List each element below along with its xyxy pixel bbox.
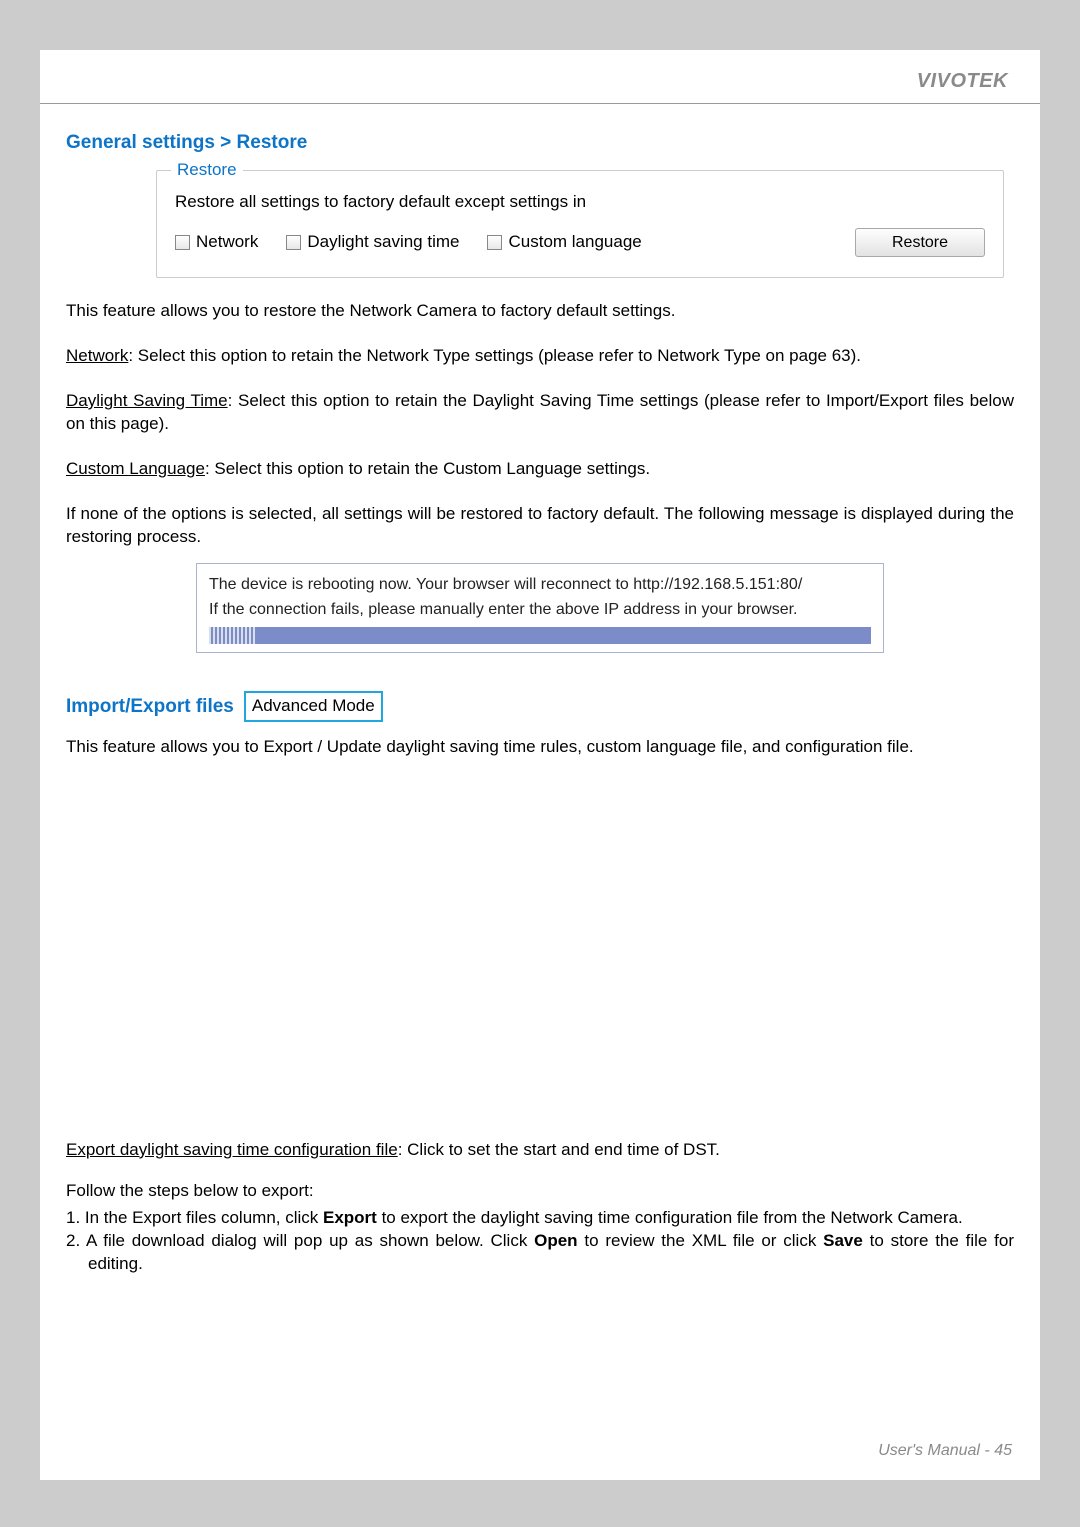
checkbox-custom-language[interactable]: Custom language [487, 231, 641, 254]
step-bold: Export [323, 1208, 377, 1227]
checkbox-label: Custom language [508, 231, 641, 254]
reboot-line-2: If the connection fails, please manually… [209, 599, 871, 621]
fieldset-legend: Restore [171, 159, 243, 182]
body-text: : Select this option to retain the Custo… [205, 459, 650, 478]
step-text: to export the daylight saving time confi… [377, 1208, 963, 1227]
advanced-mode-badge: Advanced Mode [244, 691, 383, 722]
paragraph-export-dst: Export daylight saving time configuratio… [66, 1139, 1014, 1162]
checkbox-dst[interactable]: Daylight saving time [286, 231, 459, 254]
step-bold: Save [823, 1231, 863, 1250]
checkbox-icon [286, 235, 301, 250]
list-item: 2. A file download dialog will pop up as… [66, 1230, 1014, 1276]
checkbox-network[interactable]: Network [175, 231, 258, 254]
step-bold: Open [534, 1231, 577, 1250]
restore-fieldset: Restore Restore all settings to factory … [156, 170, 1004, 279]
paragraph-ie-intro: This feature allows you to Export / Upda… [66, 736, 1014, 759]
body-text: : Click to set the start and end time of… [398, 1140, 720, 1159]
export-steps-list: 1. In the Export files column, click Exp… [66, 1207, 1014, 1276]
section2-label: Import/Export files [66, 694, 234, 720]
body-text: : Select this option to retain the Netwo… [128, 346, 861, 365]
restore-button[interactable]: Restore [855, 228, 985, 258]
progress-bar [209, 627, 871, 644]
label-underline: Daylight Saving Time [66, 391, 228, 410]
paragraph-network: Network: Select this option to retain th… [66, 345, 1014, 368]
page-header: VIVOTEK [40, 50, 1040, 104]
label-underline: Network [66, 346, 128, 365]
page-content: General settings > Restore Restore Resto… [40, 104, 1040, 1275]
restore-description: Restore all settings to factory default … [175, 191, 985, 214]
label-underline: Custom Language [66, 459, 205, 478]
section-title-import-export: Import/Export files Advanced Mode [66, 691, 1014, 722]
paragraph-lang: Custom Language: Select this option to r… [66, 458, 1014, 481]
section-title-restore: General settings > Restore [66, 130, 1014, 156]
checkbox-icon [175, 235, 190, 250]
list-item: 1. In the Export files column, click Exp… [66, 1207, 1014, 1230]
document-page: VIVOTEK General settings > Restore Resto… [40, 50, 1040, 1480]
reboot-message-box: The device is rebooting now. Your browse… [196, 563, 884, 653]
brand-label: VIVOTEK [917, 70, 1008, 92]
page-footer: User's Manual - 45 [878, 1440, 1012, 1462]
step-text: 2. A file download dialog will pop up as… [66, 1231, 534, 1250]
progress-fill [209, 627, 255, 644]
paragraph-dst: Daylight Saving Time: Select this option… [66, 390, 1014, 436]
checkbox-icon [487, 235, 502, 250]
step-text: to review the XML file or click [578, 1231, 824, 1250]
paragraph-follow: Follow the steps below to export: [66, 1180, 1014, 1203]
label-underline: Export daylight saving time configuratio… [66, 1140, 398, 1159]
paragraph-intro: This feature allows you to restore the N… [66, 300, 1014, 323]
paragraph-none: If none of the options is selected, all … [66, 503, 1014, 549]
checkbox-label: Daylight saving time [307, 231, 459, 254]
step-text: 1. In the Export files column, click [66, 1208, 323, 1227]
restore-options-row: Network Daylight saving time Custom lang… [175, 228, 985, 258]
checkbox-label: Network [196, 231, 258, 254]
reboot-line-1: The device is rebooting now. Your browse… [209, 574, 871, 596]
